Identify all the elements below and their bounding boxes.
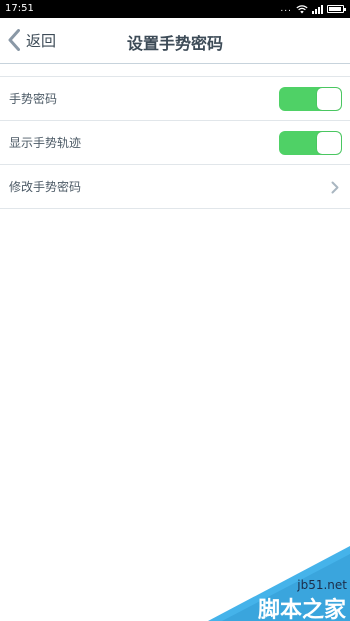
status-dots: ...	[280, 4, 292, 14]
show-gesture-trail-row: 显示手势轨迹	[0, 121, 350, 165]
watermark-site: jb51.net	[297, 578, 347, 592]
row-label: 手势密码	[9, 92, 58, 106]
status-bar: 17:51 ...	[0, 0, 350, 18]
change-gesture-password-row[interactable]: 修改手势密码	[0, 165, 350, 209]
back-button[interactable]: 返回	[8, 29, 56, 51]
back-label: 返回	[26, 31, 57, 50]
status-icons: ...	[280, 0, 346, 18]
status-time: 17:51	[5, 3, 34, 14]
battery-icon	[327, 5, 346, 13]
signal-icon	[312, 4, 323, 14]
wifi-icon	[296, 4, 308, 13]
chevron-right-icon	[331, 181, 339, 194]
toggle-knob	[317, 88, 341, 110]
row-label: 修改手势密码	[9, 180, 82, 194]
row-label: 显示手势轨迹	[9, 136, 82, 150]
gesture-password-toggle[interactable]	[279, 87, 342, 111]
chevron-left-icon	[8, 29, 20, 51]
gesture-password-row: 手势密码	[0, 77, 350, 121]
watermark-brand: 脚本之家	[257, 598, 346, 621]
settings-list: 手势密码 显示手势轨迹 修改手势密码	[0, 76, 350, 209]
watermark: jb51.net 脚本之家	[208, 546, 350, 621]
toggle-knob	[317, 132, 341, 154]
show-gesture-trail-toggle[interactable]	[279, 131, 342, 155]
nav-bar: 设置手势密码 返回	[0, 18, 350, 64]
